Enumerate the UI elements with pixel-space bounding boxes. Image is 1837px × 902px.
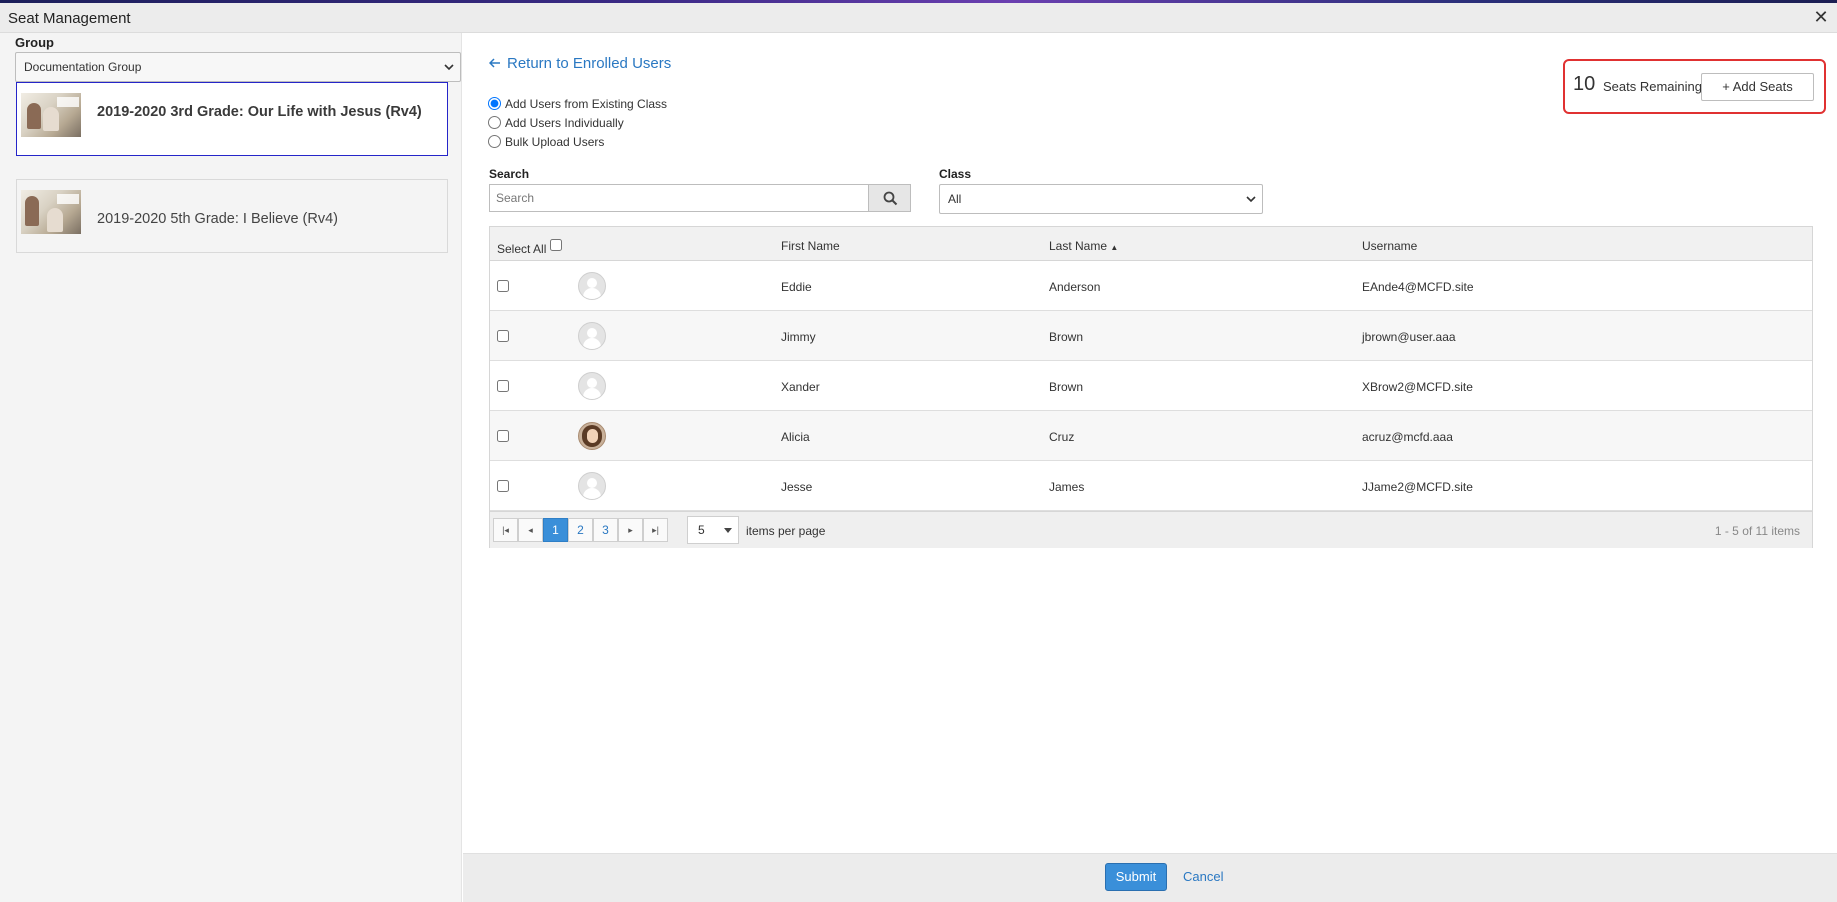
column-username[interactable]: Username [1362, 239, 1417, 253]
avatar [578, 372, 606, 400]
pager-prev-button[interactable]: ◂ [518, 518, 543, 542]
cell-last-name: Anderson [1049, 280, 1101, 294]
avatar [578, 472, 606, 500]
main-panel: Return to Enrolled Users Add Users from … [463, 33, 1837, 853]
table-row: Jesse James JJame2@MCFD.site [490, 461, 1812, 511]
search-input[interactable] [489, 184, 868, 212]
search-label: Search [489, 167, 530, 181]
group-select[interactable]: Documentation Group [15, 52, 461, 82]
seats-remaining-box: 10 Seats Remaining + Add Seats [1563, 59, 1826, 114]
arrow-left-icon [488, 55, 501, 72]
row-checkbox[interactable] [497, 380, 509, 392]
pager-next-button[interactable]: ▸ [618, 518, 643, 542]
column-first-name[interactable]: First Name [781, 239, 840, 253]
avatar [578, 322, 606, 350]
items-per-page-select[interactable]: 5 [687, 516, 739, 544]
chevron-down-icon [1246, 196, 1256, 203]
row-checkbox[interactable] [497, 280, 509, 292]
cell-username: acruz@mcfd.aaa [1362, 430, 1453, 444]
cell-username: jbrown@user.aaa [1362, 330, 1456, 344]
option-existing-class-radio[interactable] [488, 97, 501, 110]
return-link-label: Return to Enrolled Users [507, 55, 672, 72]
course-card-5th-grade[interactable]: 2019-2020 5th Grade: I Believe (Rv4) [16, 179, 448, 253]
cell-username: XBrow2@MCFD.site [1362, 380, 1473, 394]
cell-last-name: Brown [1049, 330, 1084, 344]
caret-down-icon [724, 528, 732, 533]
pager-page-3[interactable]: 3 [593, 518, 618, 542]
cell-last-name: James [1049, 480, 1085, 494]
course-title: 2019-2020 3rd Grade: Our Life with Jesus… [97, 104, 422, 120]
avatar [578, 272, 606, 300]
course-thumbnail [21, 190, 81, 234]
option-individually[interactable]: Add Users Individually [488, 116, 624, 130]
select-all-header[interactable]: Select All [497, 239, 562, 256]
pager-first-button[interactable]: |◂ [493, 518, 518, 542]
submit-button[interactable]: Submit [1105, 863, 1167, 891]
seats-count: 10 [1573, 73, 1596, 95]
cell-last-name: Brown [1049, 380, 1084, 394]
items-per-page-label: items per page [746, 524, 826, 538]
pager-page-1[interactable]: 1 [543, 518, 568, 542]
class-label: Class [939, 167, 972, 181]
pager-info: 1 - 5 of 11 items [1714, 524, 1800, 538]
cell-last-name: Cruz [1049, 430, 1075, 444]
cancel-link[interactable]: Cancel [1183, 869, 1223, 884]
cell-username: JJame2@MCFD.site [1362, 480, 1473, 494]
row-checkbox[interactable] [497, 430, 509, 442]
column-last-name[interactable]: Last Name ▲ [1049, 239, 1118, 253]
pager-last-button[interactable]: ▸| [643, 518, 668, 542]
option-individually-radio[interactable] [488, 116, 501, 129]
table-row: Alicia Cruz acruz@mcfd.aaa [490, 411, 1812, 461]
option-bulk-upload-radio[interactable] [488, 135, 501, 148]
group-label: Group [15, 35, 54, 50]
search-button[interactable] [868, 184, 911, 212]
table-row: Jimmy Brown jbrown@user.aaa [490, 311, 1812, 361]
seats-label: Seats Remaining [1603, 79, 1702, 94]
users-grid: Select All First Name Last Name ▲ Userna… [489, 226, 1813, 548]
add-seats-button[interactable]: + Add Seats [1701, 73, 1814, 101]
cell-first-name: Eddie [781, 280, 812, 294]
cell-first-name: Alicia [781, 430, 810, 444]
close-icon[interactable]: ✕ [1811, 7, 1831, 27]
class-select-value: All [948, 192, 962, 206]
footer-bar: Submit Cancel [463, 853, 1837, 902]
table-row: Eddie Anderson EAnde4@MCFD.site [490, 261, 1812, 311]
grid-header: Select All First Name Last Name ▲ Userna… [490, 227, 1812, 261]
cell-first-name: Xander [781, 380, 820, 394]
avatar [578, 422, 606, 450]
window-title: Seat Management [8, 10, 131, 27]
select-all-checkbox[interactable] [549, 239, 562, 251]
course-title: 2019-2020 5th Grade: I Believe (Rv4) [97, 211, 338, 227]
sort-ascending-icon: ▲ [1110, 243, 1119, 252]
option-bulk-upload[interactable]: Bulk Upload Users [488, 135, 604, 149]
cell-first-name: Jesse [781, 480, 813, 494]
row-checkbox[interactable] [497, 330, 509, 342]
chevron-down-icon [444, 64, 454, 71]
table-row: Xander Brown XBrow2@MCFD.site [490, 361, 1812, 411]
pager-page-2[interactable]: 2 [568, 518, 593, 542]
search-icon [883, 191, 898, 206]
pager: |◂ ◂ 1 2 3 ▸ ▸| 5 items per page 1 - 5 o… [490, 511, 1812, 548]
left-panel: Group Documentation Group 2019-2020 3rd … [0, 33, 462, 902]
return-to-enrolled-users-link[interactable]: Return to Enrolled Users [488, 55, 672, 72]
cell-first-name: Jimmy [781, 330, 816, 344]
class-select[interactable]: All [939, 184, 1263, 214]
cell-username: EAnde4@MCFD.site [1362, 280, 1474, 294]
course-thumbnail [21, 93, 81, 137]
title-bar: Seat Management ✕ [0, 3, 1837, 33]
option-existing-class[interactable]: Add Users from Existing Class [488, 97, 667, 111]
group-select-value: Documentation Group [24, 60, 142, 74]
course-card-3rd-grade[interactable]: 2019-2020 3rd Grade: Our Life with Jesus… [16, 82, 448, 156]
row-checkbox[interactable] [497, 480, 509, 492]
